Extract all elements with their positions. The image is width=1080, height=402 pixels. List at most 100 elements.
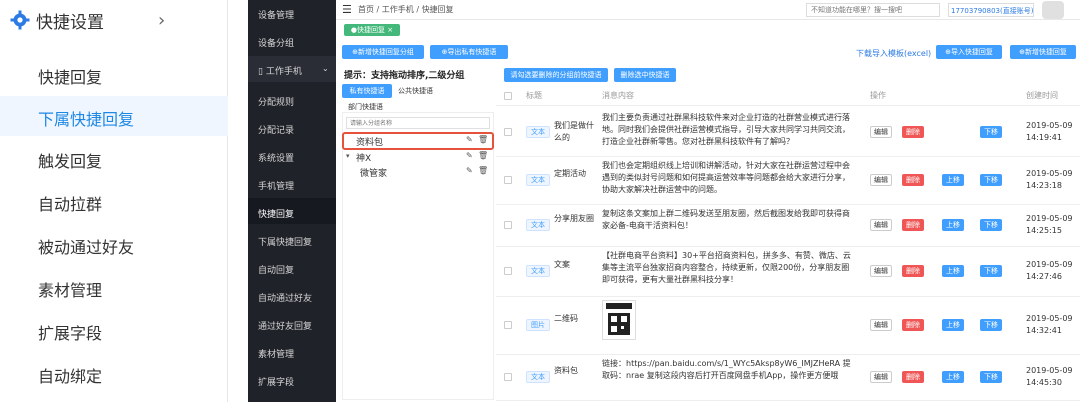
delete-button[interactable]: 删除 [902,319,924,331]
row-date: 2019-05-09 [1026,121,1073,130]
header-created: 创建时间 [1026,91,1058,100]
move-up-button[interactable]: 上移 [942,265,964,277]
sidebar-item-quick-reply[interactable]: 快捷回复 [258,207,294,220]
row-checkbox[interactable] [504,267,512,275]
add-reply-button[interactable]: ⊕ 新增快捷回复 [1010,45,1076,59]
row-checkbox[interactable] [504,176,512,184]
breadcrumb-work-phone[interactable]: 工作手机 [382,5,414,14]
caret-down-icon[interactable]: ▾ [346,152,350,160]
left-item-extend-field[interactable]: 扩展字段 [38,320,102,344]
edit-button[interactable]: 编辑 [870,126,892,138]
tab-department[interactable]: 部门快捷语 [348,102,383,112]
move-up-button[interactable]: 上移 [942,174,964,186]
row-divider [496,204,1080,205]
edit-icon[interactable]: ✎ [466,135,473,144]
add-group-button[interactable]: ⊕ 新增快捷回复分组 [342,45,424,59]
tab-public[interactable]: 公共快捷语 [398,86,433,96]
sidebar-item-work-phone[interactable]: ▯ 工作手机 [258,64,302,77]
left-item-sub-quick-reply[interactable]: 下属快捷回复 [38,106,134,130]
move-down-button[interactable]: 下移 [980,319,1002,331]
row-time: 14:23:18 [1026,181,1062,190]
sidebar-item-extend[interactable]: 扩展字段 [258,375,294,388]
user-badge[interactable]: 17703790803(直接账号) [948,3,1034,17]
move-down-button[interactable]: 下移 [980,174,1002,186]
row-time: 14:25:15 [1026,226,1062,235]
trash-icon[interactable]: 🗑 [478,151,488,160]
group-item-label[interactable]: 资料包 [356,135,383,148]
sidebar-item-device-group[interactable]: 设备分组 [258,36,294,49]
move-down-button[interactable]: 下移 [980,219,1002,231]
left-item-trigger-reply[interactable]: 触发回复 [38,148,102,172]
batch-delete-button[interactable]: 删除选中快捷语 [614,68,676,82]
move-up-button[interactable]: 上移 [942,319,964,331]
sidebar-item-device[interactable]: 设备管理 [258,8,294,21]
quick-settings-header[interactable]: 快捷设置 › [0,0,227,40]
move-up-button[interactable]: 上移 [942,371,964,383]
row-checkbox[interactable] [504,321,512,329]
trash-icon[interactable]: 🗑 [478,135,488,144]
tab-quick-reply[interactable]: ● 快捷回复 × [344,24,400,36]
table-header [496,86,1080,106]
type-tag: 图片 [526,319,550,331]
type-tag: 文本 [526,371,550,383]
delete-button[interactable]: 删除 [902,219,924,231]
group-item-label[interactable]: 神X [356,151,371,164]
move-up-button[interactable]: 上移 [942,219,964,231]
left-item-passive-friend[interactable]: 被动通过好友 [38,234,134,258]
delete-button[interactable]: 删除 [902,265,924,277]
avatar[interactable] [1042,1,1064,19]
row-content: 【社群电商平台资料】30+平台招商资料包，拼多多、有赞、微店、云集等主流平台独家… [602,251,851,284]
move-down-button[interactable]: 下移 [980,126,1002,138]
row-content: 我们主要负责通过社群黑科技软件来对企业打造的社群营业模式进行落地。同时我们会提供… [602,113,850,146]
sidebar-item-auto-reply[interactable]: 自动回复 [258,263,294,276]
breadcrumb-home[interactable]: 首页 [358,5,374,14]
row-checkbox[interactable] [504,221,512,229]
export-button[interactable]: ⊕ 导出私有快捷语 [430,45,508,59]
edit-button[interactable]: 编辑 [870,219,892,231]
sidebar-item-system[interactable]: 系统设置 [258,151,294,164]
sidebar-item-sub-reply[interactable]: 下属快捷回复 [258,235,312,248]
type-tag: 文本 [526,265,550,277]
sidebar-item-phone-mgmt[interactable]: 手机管理 [258,179,294,192]
menu-icon[interactable]: ☰ [342,3,352,16]
search-input[interactable] [806,3,940,17]
edit-icon[interactable]: ✎ [466,166,473,175]
row-date: 2019-05-09 [1026,366,1073,375]
breadcrumb: 首页 / 工作手机 / 快捷回复 [358,5,454,14]
download-template-link[interactable]: 下载导入模板(excel) [856,48,931,59]
move-selected-button[interactable]: 请勾选要删除的分组前快捷语 [504,68,608,82]
edit-button[interactable]: 编辑 [870,371,892,383]
edit-button[interactable]: 编辑 [870,319,892,331]
delete-button[interactable]: 删除 [902,174,924,186]
edit-icon[interactable]: ✎ [466,151,473,160]
import-button[interactable]: ⊕ 导入快捷回复 [936,45,1002,59]
row-checkbox[interactable] [504,128,512,136]
group-item-label[interactable]: 微管家 [360,166,387,179]
left-item-auto-group[interactable]: 自动拉群 [38,191,102,215]
row-title: 二维码 [554,314,578,323]
group-search-input[interactable] [346,117,490,129]
move-down-button[interactable]: 下移 [980,371,1002,383]
row-date: 2019-05-09 [1026,260,1073,269]
edit-button[interactable]: 编辑 [870,265,892,277]
header-checkbox[interactable] [504,92,512,100]
row-checkbox[interactable] [504,373,512,381]
sidebar-item-auto-friend[interactable]: 自动通过好友 [258,291,312,304]
row-divider [496,246,1080,247]
left-item-auto-bind[interactable]: 自动绑定 [38,363,102,387]
left-item-material[interactable]: 素材管理 [38,277,102,301]
sidebar-item-rule[interactable]: 分配规则 [258,95,294,108]
row-divider [496,296,1080,297]
tab-private[interactable]: 私有快捷语 [342,84,392,98]
move-down-button[interactable]: 下移 [980,265,1002,277]
left-item-quick-reply[interactable]: 快捷回复 [38,64,102,88]
sidebar-item-record[interactable]: 分配记录 [258,123,294,136]
delete-button[interactable]: 删除 [902,371,924,383]
sidebar-item-friend-reply[interactable]: 通过好友回复 [258,319,312,332]
delete-button[interactable]: 删除 [902,126,924,138]
edit-button[interactable]: 编辑 [870,174,892,186]
trash-icon[interactable]: 🗑 [478,166,488,175]
quick-settings-title: 快捷设置 [36,12,104,33]
row-title: 文案 [554,260,570,269]
sidebar-item-material[interactable]: 素材管理 [258,347,294,360]
